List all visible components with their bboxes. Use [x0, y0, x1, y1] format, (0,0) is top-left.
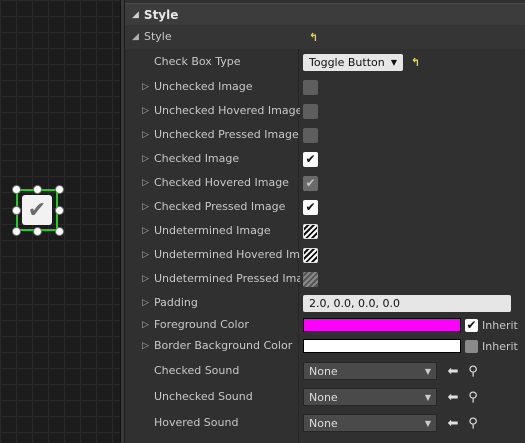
- chevron-down-icon: ▼: [424, 392, 431, 402]
- property-label: Unchecked Hovered Image: [154, 104, 300, 117]
- left-arrow-icon[interactable]: ⬅: [445, 390, 461, 405]
- resize-handle-top-right[interactable]: [55, 185, 64, 194]
- details-panel: ◢ Style ◢ Style ↰ Check Box Type Toggle …: [125, 0, 525, 443]
- expand-arrow-icon[interactable]: ▷: [142, 75, 149, 99]
- property-label: Unchecked Pressed Image: [154, 128, 299, 141]
- property-label: Undetermined Image: [154, 224, 271, 237]
- search-icon[interactable]: ⚲: [465, 390, 481, 405]
- property-label: Check Box Type: [154, 55, 241, 68]
- expand-arrow-icon[interactable]: ▷: [142, 99, 149, 123]
- image-property-row: ▷ Checked Image ✔: [125, 147, 525, 171]
- expand-arrow-icon[interactable]: ▷: [142, 171, 149, 195]
- resize-handle-bottom[interactable]: [33, 227, 42, 236]
- sound-asset-dropdown[interactable]: None ▼: [303, 388, 437, 406]
- resize-handle-right[interactable]: [55, 206, 64, 215]
- expand-arrow-icon[interactable]: ▷: [142, 243, 149, 267]
- property-label: Hovered Sound: [154, 416, 239, 429]
- chevron-down-icon: ▼: [424, 366, 431, 376]
- image-preview-swatch[interactable]: [303, 103, 318, 119]
- resize-handle-left[interactable]: [12, 206, 21, 215]
- collapse-arrow-icon[interactable]: ◢: [132, 25, 139, 49]
- property-label: Undetermined Hovered Imag: [154, 248, 300, 261]
- property-label: Checked Hovered Image: [154, 176, 289, 189]
- border-background-color-swatch[interactable]: [303, 339, 461, 353]
- image-preview-swatch[interactable]: [303, 79, 318, 95]
- sound-property-row: Unchecked Sound None ▼ ⬅ ⚲: [125, 384, 525, 410]
- image-property-row: ▷ Undetermined Pressed Imag: [125, 267, 525, 291]
- inherit-label: Inherit: [482, 318, 518, 332]
- padding-row: ▷ Padding 2.0, 0.0, 0.0, 0.0: [125, 291, 525, 315]
- image-preview-swatch[interactable]: ✔: [303, 151, 318, 167]
- left-arrow-icon[interactable]: ⬅: [445, 364, 461, 379]
- image-property-row: ▷ Undetermined Image: [125, 219, 525, 243]
- style-group-row[interactable]: ◢ Style ↰: [125, 25, 525, 49]
- image-property-row: ▷ Undetermined Hovered Imag: [125, 243, 525, 267]
- expand-arrow-icon[interactable]: ▷: [142, 195, 149, 219]
- image-property-row: ▷ Unchecked Image: [125, 75, 525, 99]
- panel-splitter[interactable]: [120, 0, 124, 443]
- expand-arrow-icon[interactable]: ▷: [142, 123, 149, 147]
- property-label: Checked Pressed Image: [154, 200, 286, 213]
- selected-checkbox-widget[interactable]: ✔: [16, 189, 58, 231]
- image-preview-swatch[interactable]: [303, 223, 318, 239]
- inherit-label: Inherit: [482, 339, 518, 353]
- image-property-row: ▷ Unchecked Pressed Image: [125, 123, 525, 147]
- designer-canvas[interactable]: ✔: [0, 0, 120, 443]
- chevron-down-icon: ▼: [390, 57, 397, 67]
- sound-asset-dropdown[interactable]: None ▼: [303, 362, 437, 380]
- property-label: Undetermined Pressed Imag: [154, 272, 300, 285]
- image-property-row: ▷ Unchecked Hovered Image: [125, 99, 525, 123]
- reset-arrow-icon[interactable]: ↰: [411, 56, 420, 69]
- expand-arrow-icon[interactable]: ▷: [142, 291, 149, 315]
- property-label: Checked Image: [154, 152, 240, 165]
- style-section-header[interactable]: ◢ Style: [125, 3, 525, 27]
- image-preview-swatch[interactable]: [303, 271, 318, 287]
- check-box-type-row: Check Box Type Toggle Button ▼ ↰: [125, 50, 525, 74]
- resize-handle-bottom-left[interactable]: [12, 227, 21, 236]
- foreground-color-swatch[interactable]: [303, 318, 461, 332]
- property-label: Unchecked Sound: [154, 390, 253, 403]
- chevron-down-icon: ▼: [424, 418, 431, 428]
- search-icon[interactable]: ⚲: [465, 416, 481, 431]
- section-title: Style: [143, 8, 179, 22]
- expand-arrow-icon[interactable]: ▷: [142, 219, 149, 243]
- image-preview-swatch[interactable]: ✔: [303, 199, 318, 215]
- image-preview-swatch[interactable]: [303, 247, 318, 263]
- image-preview-swatch[interactable]: ✔: [303, 175, 318, 191]
- expand-arrow-icon[interactable]: ▷: [142, 334, 149, 358]
- sound-asset-dropdown[interactable]: None ▼: [303, 414, 437, 432]
- style-group-label: Style: [144, 30, 172, 43]
- search-icon[interactable]: ⚲: [465, 364, 481, 379]
- checkbox-preview-check-icon: ✔: [22, 195, 52, 225]
- reset-arrow-icon[interactable]: ↰: [309, 31, 318, 44]
- image-preview-swatch[interactable]: [303, 127, 318, 143]
- left-arrow-icon[interactable]: ⬅: [445, 416, 461, 431]
- property-label: Checked Sound: [154, 364, 240, 377]
- resize-handle-top[interactable]: [33, 185, 42, 194]
- collapse-arrow-icon[interactable]: ◢: [132, 10, 139, 20]
- border-background-color-row: ▷ Border Background Color Inherit: [125, 334, 525, 358]
- resize-handle-bottom-right[interactable]: [55, 227, 64, 236]
- property-label: Padding: [154, 296, 198, 309]
- check-box-type-dropdown[interactable]: Toggle Button ▼: [303, 53, 403, 71]
- image-property-row: ▷ Checked Pressed Image ✔: [125, 195, 525, 219]
- sound-property-row: Hovered Sound None ▼ ⬅ ⚲: [125, 410, 525, 436]
- resize-handle-top-left[interactable]: [12, 185, 21, 194]
- image-property-row: ▷ Checked Hovered Image ✔: [125, 171, 525, 195]
- property-label: Unchecked Image: [154, 80, 253, 93]
- expand-arrow-icon[interactable]: ▷: [142, 147, 149, 171]
- sound-property-row: Checked Sound None ▼ ⬅ ⚲: [125, 358, 525, 384]
- property-label: Border Background Color: [154, 339, 293, 352]
- inherit-checkbox[interactable]: ✔: [465, 318, 478, 332]
- padding-field[interactable]: 2.0, 0.0, 0.0, 0.0: [303, 294, 511, 312]
- expand-arrow-icon[interactable]: ▷: [142, 267, 149, 291]
- inherit-checkbox[interactable]: [465, 339, 478, 353]
